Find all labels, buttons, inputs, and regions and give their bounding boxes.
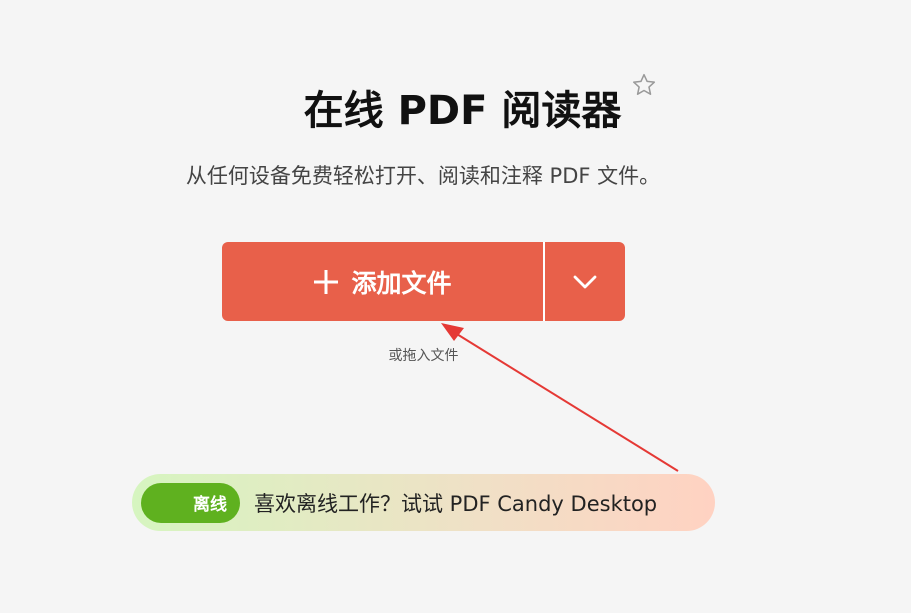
drop-hint: 或拖入文件 <box>388 348 459 364</box>
upload-options-dropdown[interactable] <box>545 242 625 321</box>
page-title: 在线 PDF 阅读器 <box>303 73 656 136</box>
add-file-label: 添加文件 <box>351 268 452 298</box>
desktop-promo-banner[interactable]: 离线 喜欢离线工作？试试 PDF Candy Desktop <box>132 474 715 531</box>
page-title-text: 在线 PDF 阅读器 <box>303 88 622 134</box>
plus-icon <box>314 269 339 294</box>
offline-badge: 离线 <box>141 482 240 523</box>
upload-button-group: 添加文件 <box>222 242 625 321</box>
star-icon[interactable] <box>631 72 657 98</box>
add-file-button[interactable]: 添加文件 <box>222 242 545 321</box>
promo-text: 喜欢离线工作？试试 PDF Candy Desktop <box>254 491 658 516</box>
page-subtitle: 从任何设备免费轻松打开、阅读和注释 PDF 文件。 <box>185 164 661 188</box>
chevron-down-icon <box>573 275 597 288</box>
title-area: 在线 PDF 阅读器 <box>0 73 911 136</box>
